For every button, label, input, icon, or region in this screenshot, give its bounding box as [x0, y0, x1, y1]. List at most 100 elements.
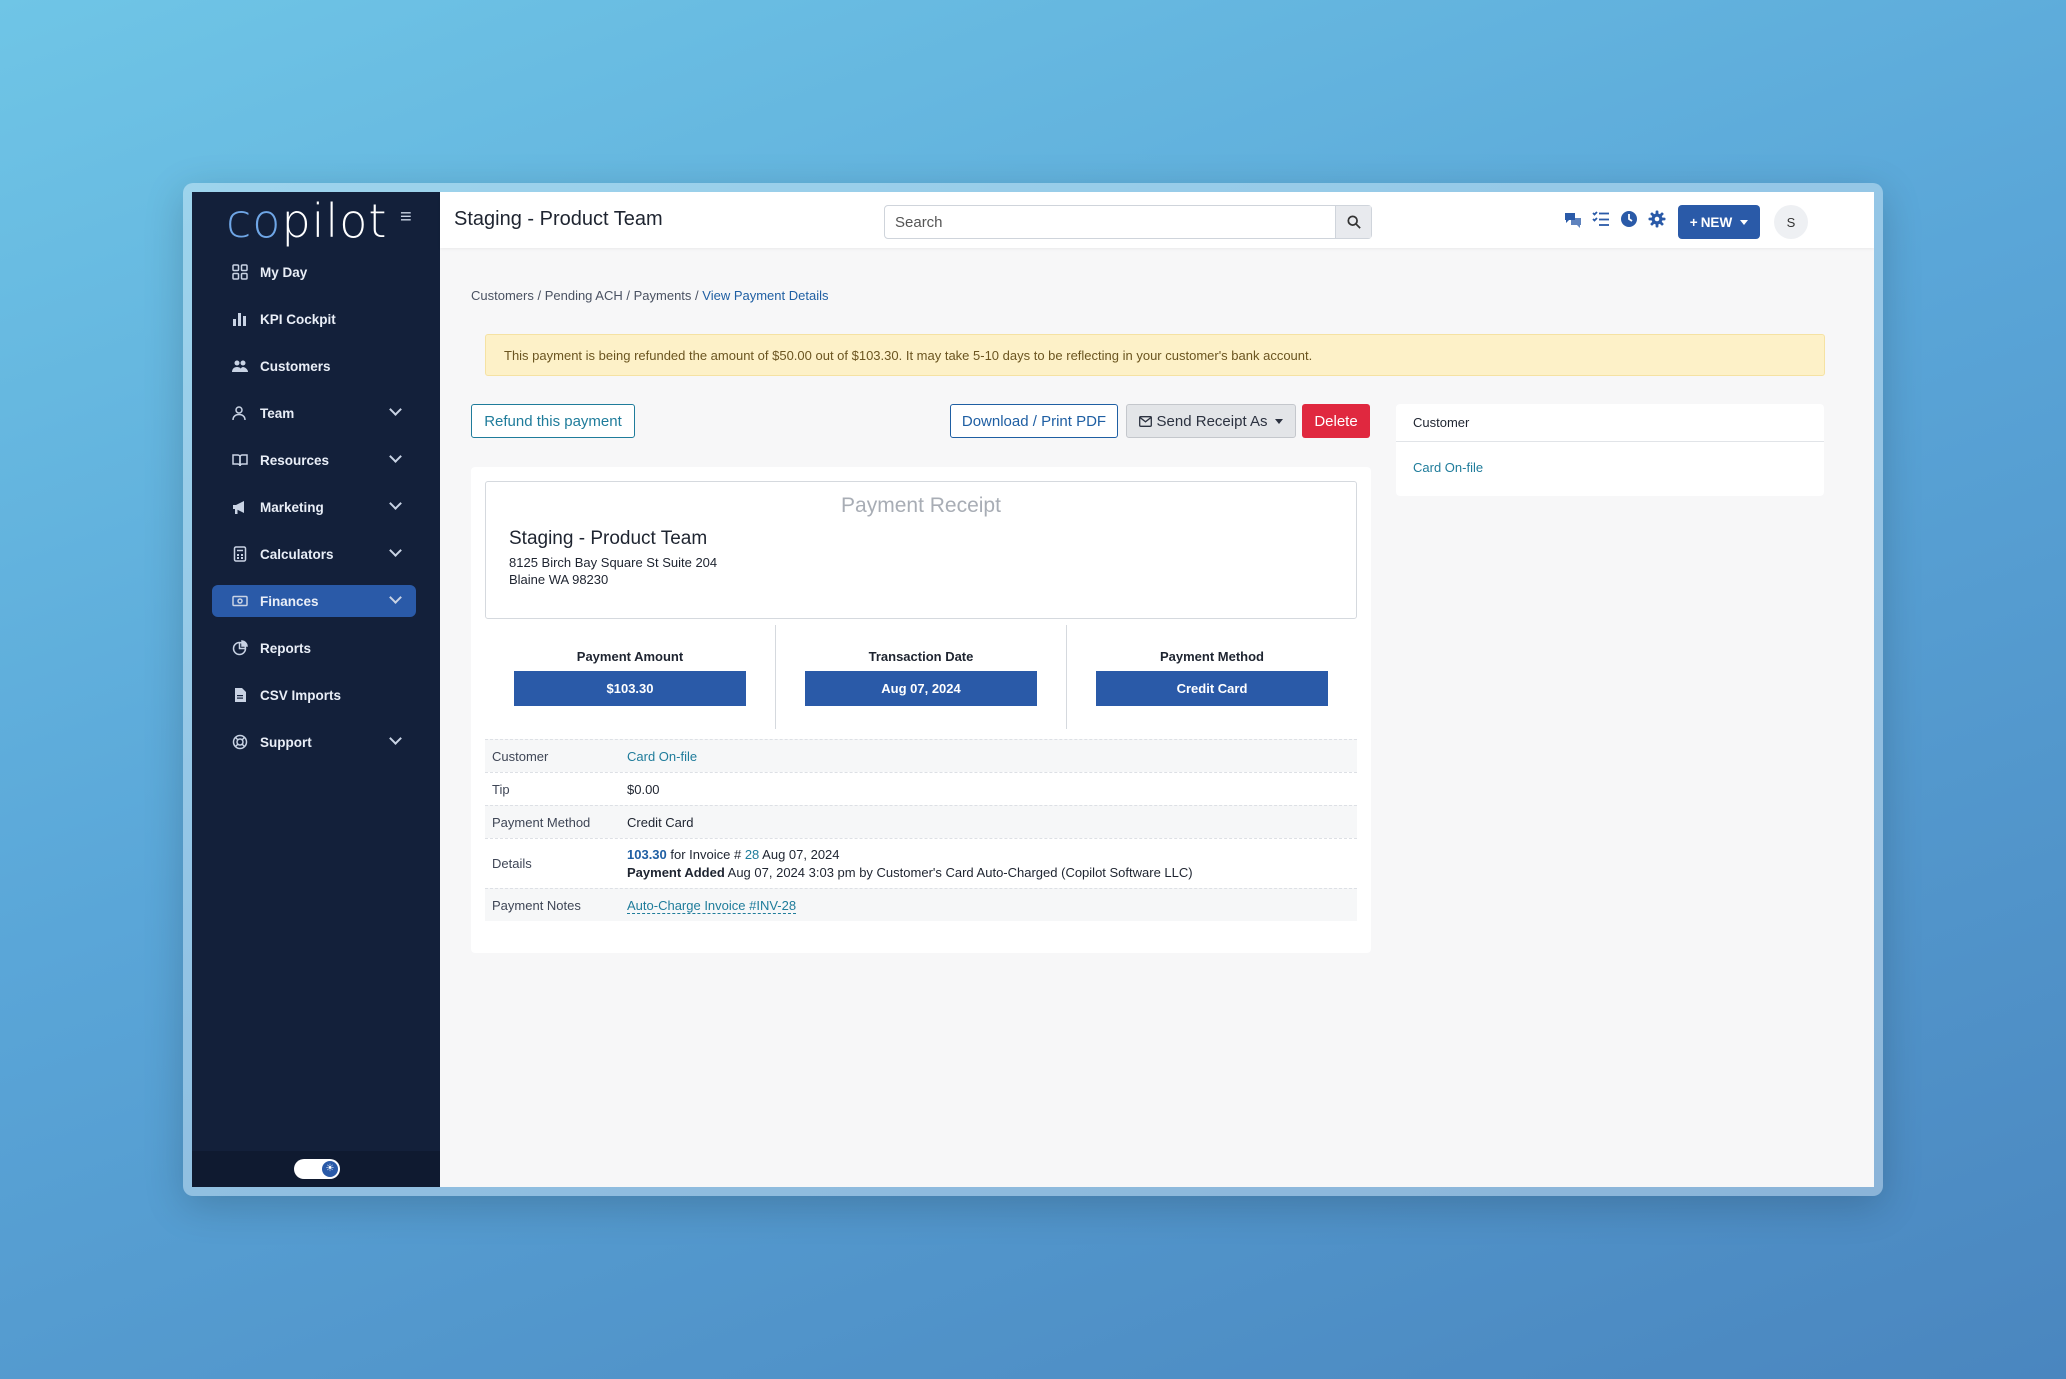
stat-value: Credit Card [1096, 671, 1328, 706]
search-icon [1346, 215, 1361, 229]
refund-alert: This payment is being refunded the amoun… [485, 334, 1825, 376]
plus-icon: + [1689, 214, 1698, 230]
sun-icon: ☀ [322, 1161, 338, 1177]
sidebar-item-calculators[interactable]: Calculators [212, 538, 416, 570]
sidebar-item-label: Marketing [260, 499, 324, 515]
sidebar-nav: My Day KPI Cockpit Customers Team Resour… [212, 256, 416, 773]
sidebar-item-label: Customers [260, 358, 331, 374]
sidebar-item-label: My Day [260, 264, 308, 280]
chat-icon[interactable] [1564, 210, 1582, 228]
payment-summary: Payment Amount $103.30 Transaction Date … [485, 625, 1357, 729]
company-name: Staging - Product Team [509, 528, 708, 549]
address-line-1: 8125 Birch Bay Square St Suite 204 [509, 555, 718, 570]
page-title: Staging - Product Team [454, 208, 663, 230]
theme-toggle[interactable]: ☀ [294, 1159, 340, 1179]
task-list-icon[interactable] [1592, 210, 1610, 228]
chevron-down-icon[interactable] [389, 544, 402, 557]
invoice-link[interactable]: 28 [745, 847, 759, 862]
alert-text: This payment is being refunded the amoun… [504, 347, 1313, 363]
customer-card-link[interactable]: Card On-file [1413, 460, 1483, 475]
sidebar-item-kpi-cockpit[interactable]: KPI Cockpit [212, 303, 416, 335]
sidebar-item-label: Team [260, 405, 295, 421]
customer-link[interactable]: Card On-file [627, 749, 697, 764]
calculator-icon [233, 546, 247, 562]
sidebar: copilot ≡ My Day KPI Cockpit Customers T… [192, 192, 440, 1187]
sidebar-item-customers[interactable]: Customers [212, 350, 416, 382]
avatar[interactable]: S [1774, 205, 1808, 239]
receipt-card: Payment Receipt Staging - Product Team 8… [471, 467, 1371, 953]
refund-button[interactable]: Refund this payment [471, 404, 635, 438]
chevron-down-icon[interactable] [389, 497, 402, 510]
sidebar-item-marketing[interactable]: Marketing [212, 491, 416, 523]
sidebar-item-label: Finances [260, 593, 319, 609]
stat-payment-amount: Payment Amount $103.30 [485, 625, 776, 729]
customer-card: Customer Card On-file [1396, 404, 1824, 496]
book-icon [232, 454, 248, 467]
breadcrumb-payments[interactable]: Payments [634, 288, 692, 303]
breadcrumb: Customers / Pending ACH / Payments / Vie… [471, 288, 829, 303]
sidebar-item-reports[interactable]: Reports [212, 632, 416, 664]
menu-toggle-icon[interactable]: ≡ [400, 206, 412, 229]
chevron-down-icon[interactable] [389, 732, 402, 745]
megaphone-icon [233, 501, 244, 514]
search-input[interactable] [885, 206, 1335, 238]
table-row: Tip $0.00 [485, 772, 1357, 805]
sidebar-item-csv-imports[interactable]: CSV Imports [212, 679, 416, 711]
receipt-header: Payment Receipt Staging - Product Team 8… [485, 481, 1357, 619]
sidebar-item-team[interactable]: Team [212, 397, 416, 429]
stat-value: $103.30 [514, 671, 746, 706]
sidebar-item-support[interactable]: Support [212, 726, 416, 758]
sidebar-item-label: CSV Imports [260, 687, 342, 703]
payment-notes-link[interactable]: Auto-Charge Invoice #INV-28 [627, 897, 797, 914]
clock-icon[interactable] [1620, 210, 1638, 228]
stat-payment-method: Payment Method Credit Card [1067, 625, 1357, 729]
sidebar-item-my-day[interactable]: My Day [212, 256, 416, 288]
chevron-down-icon[interactable] [389, 403, 402, 416]
payment-amount-link[interactable]: 103.30 [627, 847, 667, 862]
stat-transaction-date: Transaction Date Aug 07, 2024 [776, 625, 1067, 729]
bar-chart-icon [233, 313, 246, 326]
grid-icon [232, 264, 248, 280]
envelope-icon [1138, 415, 1152, 427]
table-row: Payment Notes Auto-Charge Invoice #INV-2… [485, 888, 1357, 921]
search-button[interactable] [1335, 206, 1371, 238]
new-button[interactable]: + NEW [1678, 205, 1760, 239]
sidebar-item-finances[interactable]: Finances [212, 585, 416, 617]
receipt-title: Payment Receipt [841, 494, 1001, 517]
search-box [884, 205, 1372, 239]
stat-value: Aug 07, 2024 [805, 671, 1037, 706]
chevron-down-icon[interactable] [389, 450, 402, 463]
breadcrumb-pending-ach[interactable]: Pending ACH [545, 288, 623, 303]
sidebar-item-label: KPI Cockpit [260, 311, 336, 327]
breadcrumb-customers[interactable]: Customers [471, 288, 534, 303]
gear-icon[interactable] [1648, 210, 1666, 228]
table-row: Customer Card On-file [485, 739, 1357, 772]
caret-down-icon [1740, 219, 1749, 225]
address-line-2: Blaine WA 98230 [509, 572, 609, 587]
lifebuoy-icon [232, 734, 248, 750]
csv-file-icon [235, 688, 246, 702]
table-row: Payment Method Credit Card [485, 805, 1357, 838]
caret-down-icon [1275, 418, 1284, 424]
user-group-icon [232, 406, 246, 421]
send-receipt-button[interactable]: Send Receipt As [1126, 404, 1296, 438]
download-pdf-button[interactable]: Download / Print PDF [950, 404, 1118, 438]
header-icons [1564, 210, 1694, 228]
sidebar-footer: ☀ [192, 1151, 440, 1187]
payment-details-table: Customer Card On-file Tip $0.00 Payment … [485, 739, 1357, 921]
sidebar-item-label: Calculators [260, 546, 334, 562]
pie-chart-icon [232, 640, 248, 656]
money-icon [232, 595, 248, 607]
delete-button[interactable]: Delete [1302, 404, 1370, 438]
sidebar-item-label: Reports [260, 640, 312, 656]
sidebar-item-label: Resources [260, 452, 330, 468]
chevron-down-icon[interactable] [389, 591, 402, 604]
breadcrumb-current: View Payment Details [702, 288, 829, 303]
sidebar-item-label: Support [260, 734, 312, 750]
app-window: copilot ≡ My Day KPI Cockpit Customers T… [192, 192, 1874, 1187]
app-logo[interactable]: copilot [226, 194, 387, 248]
sidebar-item-resources[interactable]: Resources [212, 444, 416, 476]
users-icon [232, 360, 248, 372]
customer-card-header: Customer [1396, 404, 1824, 442]
top-bar: Staging - Product Team + NEW S [440, 192, 1874, 248]
